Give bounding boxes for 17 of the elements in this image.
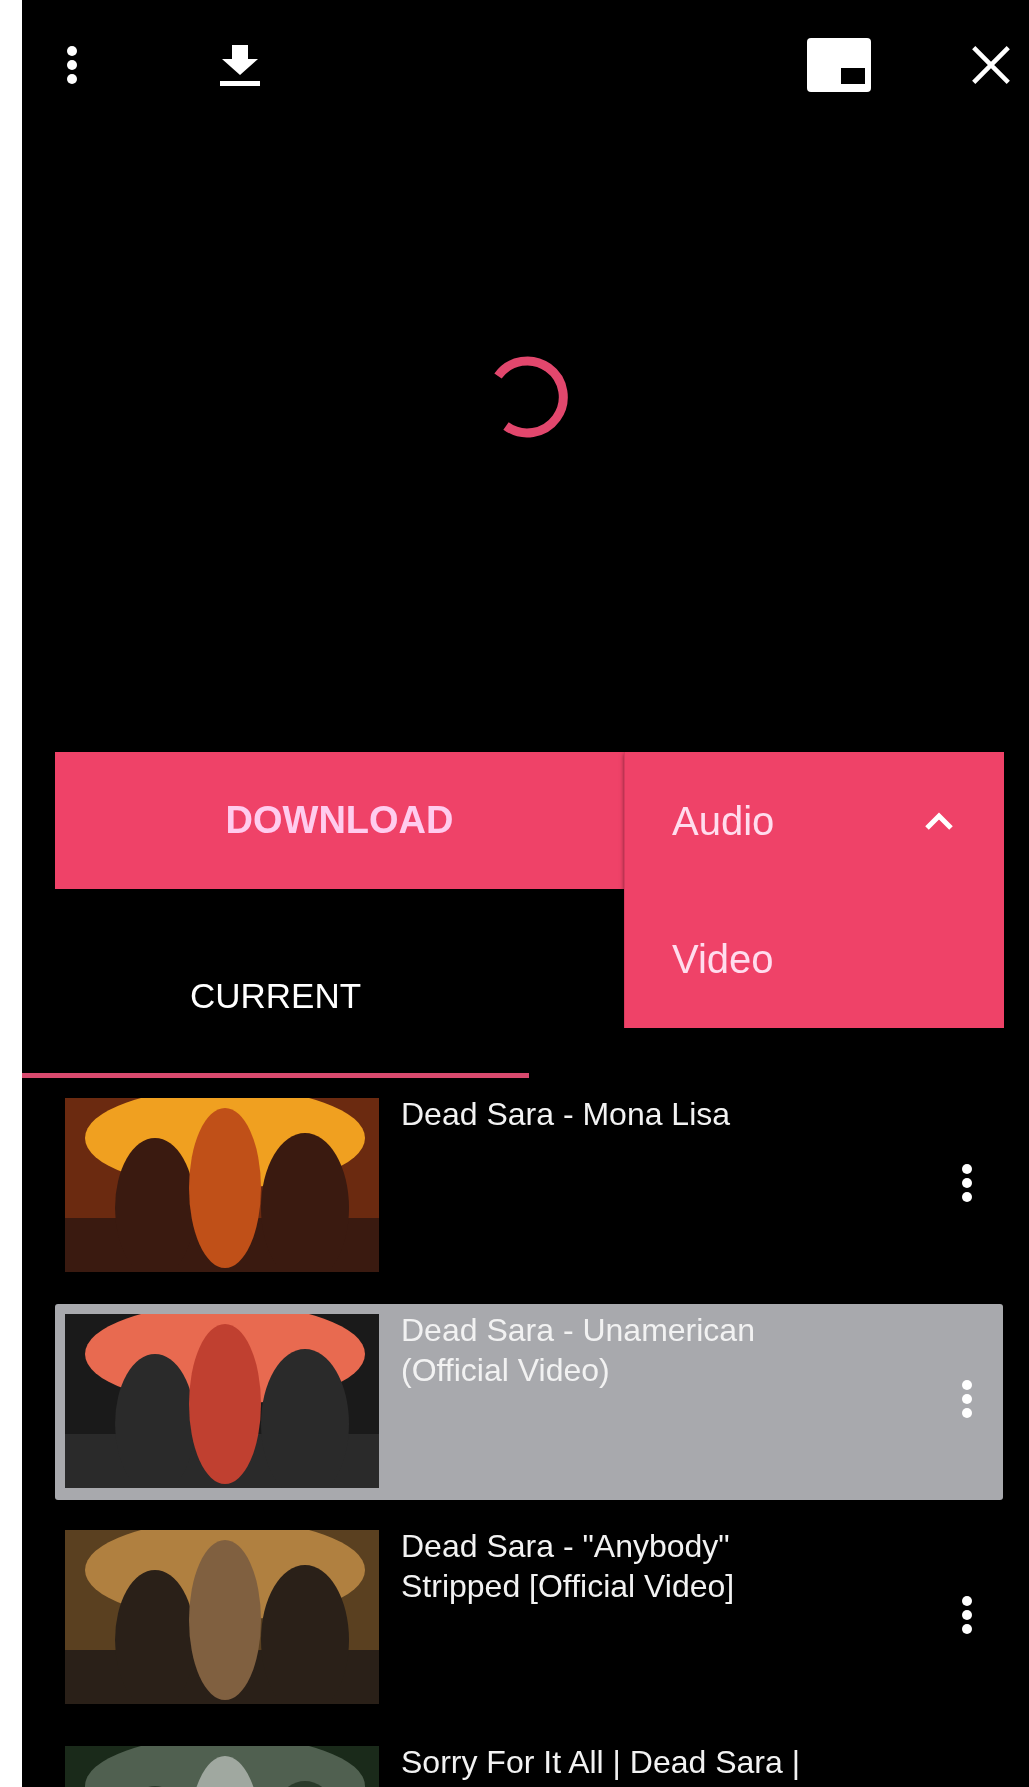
playlist-item[interactable]: Sorry For It All | Dead Sara | [55, 1736, 1003, 1787]
video-title: Dead Sara - Unamerican (Official Video) [401, 1311, 756, 1390]
caret-icon[interactable] [924, 812, 954, 830]
format-label: Audio [672, 798, 775, 844]
download-icon[interactable] [218, 43, 262, 87]
playlist-item[interactable]: Dead Sara - Mona Lisa [55, 1088, 1003, 1284]
video-title: Dead Sara - Mona Lisa [401, 1095, 732, 1134]
tab[interactable]: CURRENT [22, 918, 529, 1078]
close-icon[interactable] [971, 45, 1011, 85]
more-icon[interactable] [961, 1595, 973, 1635]
video-title: Dead Sara - "Anybody" Stripped [Official Video] [401, 1527, 736, 1606]
more-icon[interactable] [961, 1163, 973, 1203]
format-label: Video [672, 936, 774, 982]
more-icon[interactable] [66, 45, 78, 85]
video-title: Sorry For It All | Dead Sara | [401, 1743, 801, 1782]
playlist-item[interactable]: Dead Sara - "Anybody" Stripped [Official Video] [55, 1520, 1003, 1716]
picture-in-picture-icon[interactable] [807, 38, 871, 92]
